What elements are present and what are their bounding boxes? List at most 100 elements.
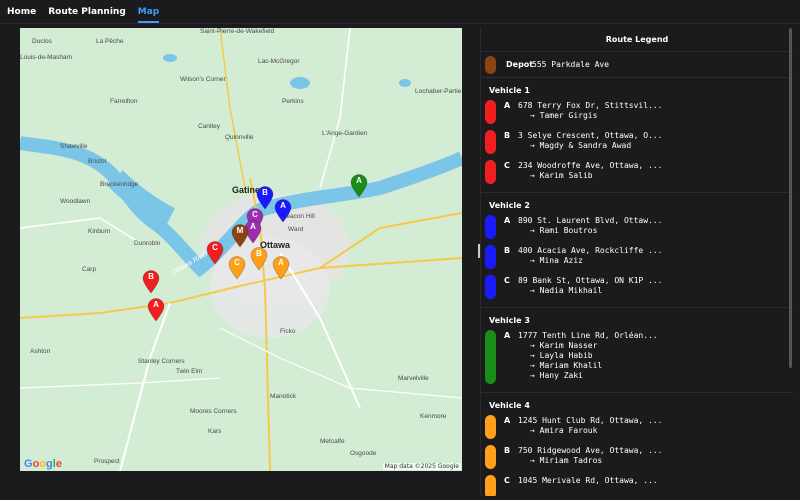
map-label: Cantley	[198, 123, 221, 130]
stop-letter: A	[504, 216, 511, 225]
route-legend-panel[interactable]: Route Legend Depot 555 Parkdale Ave Vehi…	[480, 28, 793, 496]
vehicle-color-chip	[485, 275, 496, 299]
pin-vehicle1-a[interactable]: A	[147, 298, 165, 322]
pin-letter: B	[148, 272, 154, 281]
stop-row[interactable]: A 678 Terry Fox Dr, Stittsvil... → Tamer G…	[481, 98, 793, 124]
pin-vehicle3-a[interactable]: A	[350, 174, 368, 198]
stop-passengers: → Tamer Girgis	[530, 111, 598, 120]
pin-vehicle1-b[interactable]: B	[142, 270, 160, 294]
stop-details: 1245 Hunt Club Rd, Ottawa, ... → Amira Fa…	[518, 413, 663, 439]
stop-details: 750 Ridgewood Ave, Ottawa, ... → Miriam T…	[518, 443, 663, 469]
tab-route-planning[interactable]: Route Planning	[48, 0, 126, 24]
stop-passengers: → Amira Farouk	[530, 426, 598, 435]
stop-details: 678 Terry Fox Dr, Stittsvil... → Tamer Gi…	[518, 98, 663, 124]
legend-title: Route Legend	[481, 28, 793, 52]
stop-row[interactable]: A 890 St. Laurent Blvd, Ottaw... → Rami Bo…	[481, 213, 793, 239]
stop-row[interactable]: B 750 Ridgewood Ave, Ottawa, ... → Miriam …	[481, 443, 793, 469]
map-label: La Pêche	[96, 38, 124, 45]
vehicle-heading: Vehicle 4	[489, 401, 530, 410]
map-view[interactable]: Duclos La Pêche Saint-Pierre-de-Wakefiel…	[20, 28, 462, 471]
map-label: Perkins	[282, 98, 304, 105]
stop-letter: C	[504, 476, 510, 485]
stop-passengers: → Karim Salib	[530, 171, 593, 180]
map-label: Ashton	[30, 348, 51, 355]
map-label: Louis-de-Masham	[20, 54, 73, 61]
vehicle-heading: Vehicle 2	[489, 201, 530, 210]
vehicle-block: Vehicle 2 A 890 St. Laurent Blvd, Ottaw...…	[481, 193, 793, 308]
vehicle-color-chip	[485, 330, 496, 384]
map-label: Duclos	[32, 38, 52, 45]
pin-vehicle4-b[interactable]: B	[250, 247, 268, 271]
vehicle-heading: Vehicle 1	[489, 86, 530, 95]
stop-details: 890 St. Laurent Blvd, Ottaw... → Rami Bou…	[518, 213, 663, 239]
map-label: Woodlawn	[60, 198, 91, 205]
map-label: Dunrobin	[134, 240, 161, 247]
pin-vehicle1-c[interactable]: C	[206, 241, 224, 265]
pin-letter: A	[356, 176, 362, 185]
vehicle-color-chip	[485, 445, 496, 469]
stop-address: 890 St. Laurent Blvd, Ottaw...	[518, 216, 663, 225]
map-label: Wilson's Corner	[180, 76, 226, 83]
map-label: Stanley Corners	[138, 358, 185, 365]
map-label: Kinburn	[88, 228, 111, 235]
pin-vehicle2-a[interactable]: A	[274, 199, 292, 223]
stop-passengers: → Mina Aziz	[530, 256, 583, 265]
stop-address: 750 Ridgewood Ave, Ottawa, ...	[518, 446, 663, 455]
stop-letter: B	[504, 131, 511, 140]
depot-color-chip	[485, 55, 496, 74]
vehicle-block: Vehicle 3 A 1777 Tenth Line Rd, Orléan... →…	[481, 308, 793, 393]
legend-scrollbar[interactable]	[789, 28, 792, 368]
pin-letter: A	[278, 258, 284, 267]
stop-passengers: → Miriam Tadros	[530, 456, 603, 465]
stop-address: 1245 Hunt Club Rd, Ottawa, ...	[518, 416, 663, 425]
stop-letter: B	[504, 246, 511, 255]
stop-row[interactable]: C 234 Woodroffe Ave, Ottawa, ... → Karim S…	[481, 158, 793, 184]
map-label: L'Ange-Gardien	[322, 130, 368, 137]
stop-address: 234 Woodroffe Ave, Ottawa, ...	[518, 161, 663, 170]
map-label: Ficko	[280, 328, 296, 335]
vehicle-list: Vehicle 1 A 678 Terry Fox Dr, Stittsvil...…	[481, 78, 793, 496]
tab-map[interactable]: Map	[137, 0, 160, 24]
map-label: Metcalfe	[320, 438, 345, 445]
map-label: Moores Corners	[190, 408, 237, 415]
pin-letter: C	[212, 243, 218, 252]
pin-depot[interactable]: M	[231, 224, 249, 248]
stop-address: 89 Bank St, Ottawa, ON K1P ...	[518, 276, 663, 285]
map-label: Osgoode	[350, 450, 377, 457]
map-label: Manotick	[270, 393, 297, 400]
pin-vehicle4-c[interactable]: C	[228, 256, 246, 280]
map-label: Lac-McGregor	[258, 58, 300, 65]
map-label: Kars	[208, 428, 222, 435]
pin-letter: M	[236, 226, 244, 235]
stop-address: 3 Selye Crescent, Ottawa, O...	[518, 131, 663, 140]
map-background	[20, 28, 462, 471]
map-label: Lochaber-Partie	[415, 88, 462, 95]
stop-passengers: → Rami Boutros	[530, 226, 598, 235]
stop-letter: A	[504, 331, 511, 340]
vehicle-color-chip	[485, 160, 496, 184]
stop-row[interactable]: C 89 Bank St, Ottawa, ON K1P ... → Nadia M…	[481, 273, 793, 299]
map-label: Ward	[288, 226, 304, 233]
pin-vehicle4-a[interactable]: A	[272, 256, 290, 280]
depot-row: Depot 555 Parkdale Ave	[481, 52, 793, 78]
stop-row[interactable]: B 3 Selye Crescent, Ottawa, O... → Magdy &…	[481, 128, 793, 154]
vehicle-color-chip	[485, 215, 496, 239]
stop-letter: C	[504, 161, 510, 170]
stop-row[interactable]: C 1045 Merivale Rd, Ottawa, ...	[481, 473, 793, 496]
depot-address: 555 Parkdale Ave	[532, 60, 610, 69]
pin-vehicle2-b[interactable]: B	[256, 186, 274, 210]
vehicle-color-chip	[485, 245, 496, 269]
map-attribution[interactable]: Map data ©2025 Google	[382, 463, 461, 470]
tab-home[interactable]: Home	[7, 0, 36, 24]
stop-row[interactable]: A 1245 Hunt Club Rd, Ottawa, ... → Amira F…	[481, 413, 793, 439]
stop-passengers: → Nadia Mikhail	[530, 286, 603, 295]
stop-details: 400 Acacia Ave, Rockcliffe ... → Mina Azi…	[518, 243, 663, 269]
map-label: Kenmore	[420, 413, 447, 420]
stop-row[interactable]: B 400 Acacia Ave, Rockcliffe ... → Mina Az…	[481, 243, 793, 269]
stop-details: 89 Bank St, Ottawa, ON K1P ... → Nadia Mi…	[518, 273, 663, 299]
stop-row[interactable]: A 1777 Tenth Line Rd, Orléan... → Karim Na…	[481, 328, 793, 384]
stop-address: 678 Terry Fox Dr, Stittsvil...	[518, 101, 663, 110]
depot-label: Depot	[506, 60, 534, 69]
stop-details: 1777 Tenth Line Rd, Orléan... → Karim Nas…	[518, 328, 658, 384]
vehicle-block: Vehicle 4 A 1245 Hunt Club Rd, Ottawa, ...…	[481, 393, 793, 496]
